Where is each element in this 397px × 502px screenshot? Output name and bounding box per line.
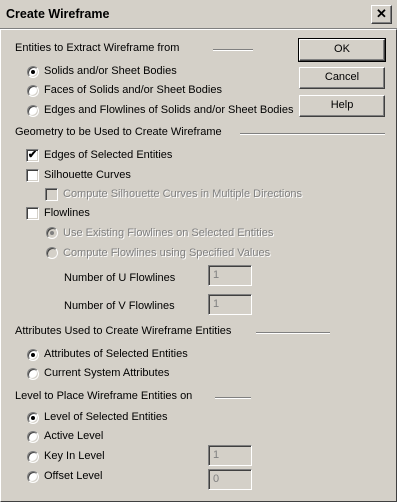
level-option-active[interactable]: Active Level: [44, 430, 103, 442]
window-title: Create Wireframe: [6, 7, 110, 21]
level-radio-active[interactable]: [27, 431, 39, 443]
entities-group-label: Entities to Extract Wireframe from: [15, 42, 180, 54]
level-radio-selected[interactable]: [27, 412, 39, 424]
offset-level-field[interactable]: 0: [208, 469, 252, 490]
level-option-key-in[interactable]: Key In Level: [44, 450, 105, 462]
title-bar: Create Wireframe ✕: [0, 0, 397, 29]
u-flowlines-field[interactable]: 1: [208, 265, 252, 286]
entities-option-edges-flowlines[interactable]: Edges and Flowlines of Solids and/or She…: [44, 104, 294, 116]
u-flowlines-label: Number of U Flowlines: [64, 272, 176, 284]
silhouette-label[interactable]: Silhouette Curves: [44, 169, 131, 181]
use-existing-flowlines-label: Use Existing Flowlines on Selected Entit…: [63, 227, 274, 239]
entities-option-solids[interactable]: Solids and/or Sheet Bodies: [44, 65, 177, 77]
ok-button[interactable]: OK: [298, 38, 386, 62]
attributes-group-divider: [256, 332, 330, 334]
flowlines-label[interactable]: Flowlines: [44, 207, 90, 219]
silhouette-checkbox[interactable]: [26, 169, 39, 182]
level-group-label: Level to Place Wireframe Entities on: [15, 390, 193, 402]
attributes-group-label: Attributes Used to Create Wireframe Enti…: [15, 325, 232, 337]
entities-group-divider: [213, 49, 253, 51]
entities-radio-faces[interactable]: [27, 85, 39, 97]
use-existing-flowlines-radio[interactable]: [46, 227, 58, 239]
key-in-level-field[interactable]: 1: [208, 445, 252, 466]
geometry-group-label: Geometry to be Used to Create Wireframe: [15, 126, 222, 138]
v-flowlines-field[interactable]: 1: [208, 294, 252, 315]
level-radio-key-in[interactable]: [27, 451, 39, 463]
level-option-selected[interactable]: Level of Selected Entities: [44, 411, 168, 423]
attributes-radio-selected[interactable]: [27, 349, 39, 361]
compute-flowlines-label: Compute Flowlines using Specified Values: [63, 247, 271, 259]
level-radio-offset[interactable]: [27, 471, 39, 483]
multi-direction-label: Compute Silhouette Curves in Multiple Di…: [63, 188, 303, 200]
help-button[interactable]: Help: [299, 95, 385, 117]
edges-checkbox[interactable]: ✔: [26, 149, 39, 162]
flowlines-checkbox[interactable]: [26, 207, 39, 220]
attributes-radio-system[interactable]: [27, 368, 39, 380]
geometry-group-divider: [240, 133, 385, 135]
v-flowlines-label: Number of V Flowlines: [64, 300, 175, 312]
attributes-option-selected[interactable]: Attributes of Selected Entities: [44, 348, 188, 360]
multi-direction-checkbox[interactable]: [45, 188, 58, 201]
level-option-offset[interactable]: Offset Level: [44, 470, 103, 482]
close-icon: ✕: [376, 6, 387, 21]
edges-label[interactable]: Edges of Selected Entities: [44, 149, 172, 161]
entities-radio-solids[interactable]: [27, 66, 39, 78]
close-button[interactable]: ✕: [371, 5, 392, 24]
cancel-button[interactable]: Cancel: [299, 67, 385, 89]
entities-option-faces[interactable]: Faces of Solids and/or Sheet Bodies: [44, 84, 222, 96]
compute-flowlines-radio[interactable]: [46, 247, 58, 259]
attributes-option-system[interactable]: Current System Attributes: [44, 367, 169, 379]
entities-radio-edges-flowlines[interactable]: [27, 105, 39, 117]
checkmark-icon: ✔: [27, 149, 38, 161]
level-group-divider: [215, 397, 251, 399]
